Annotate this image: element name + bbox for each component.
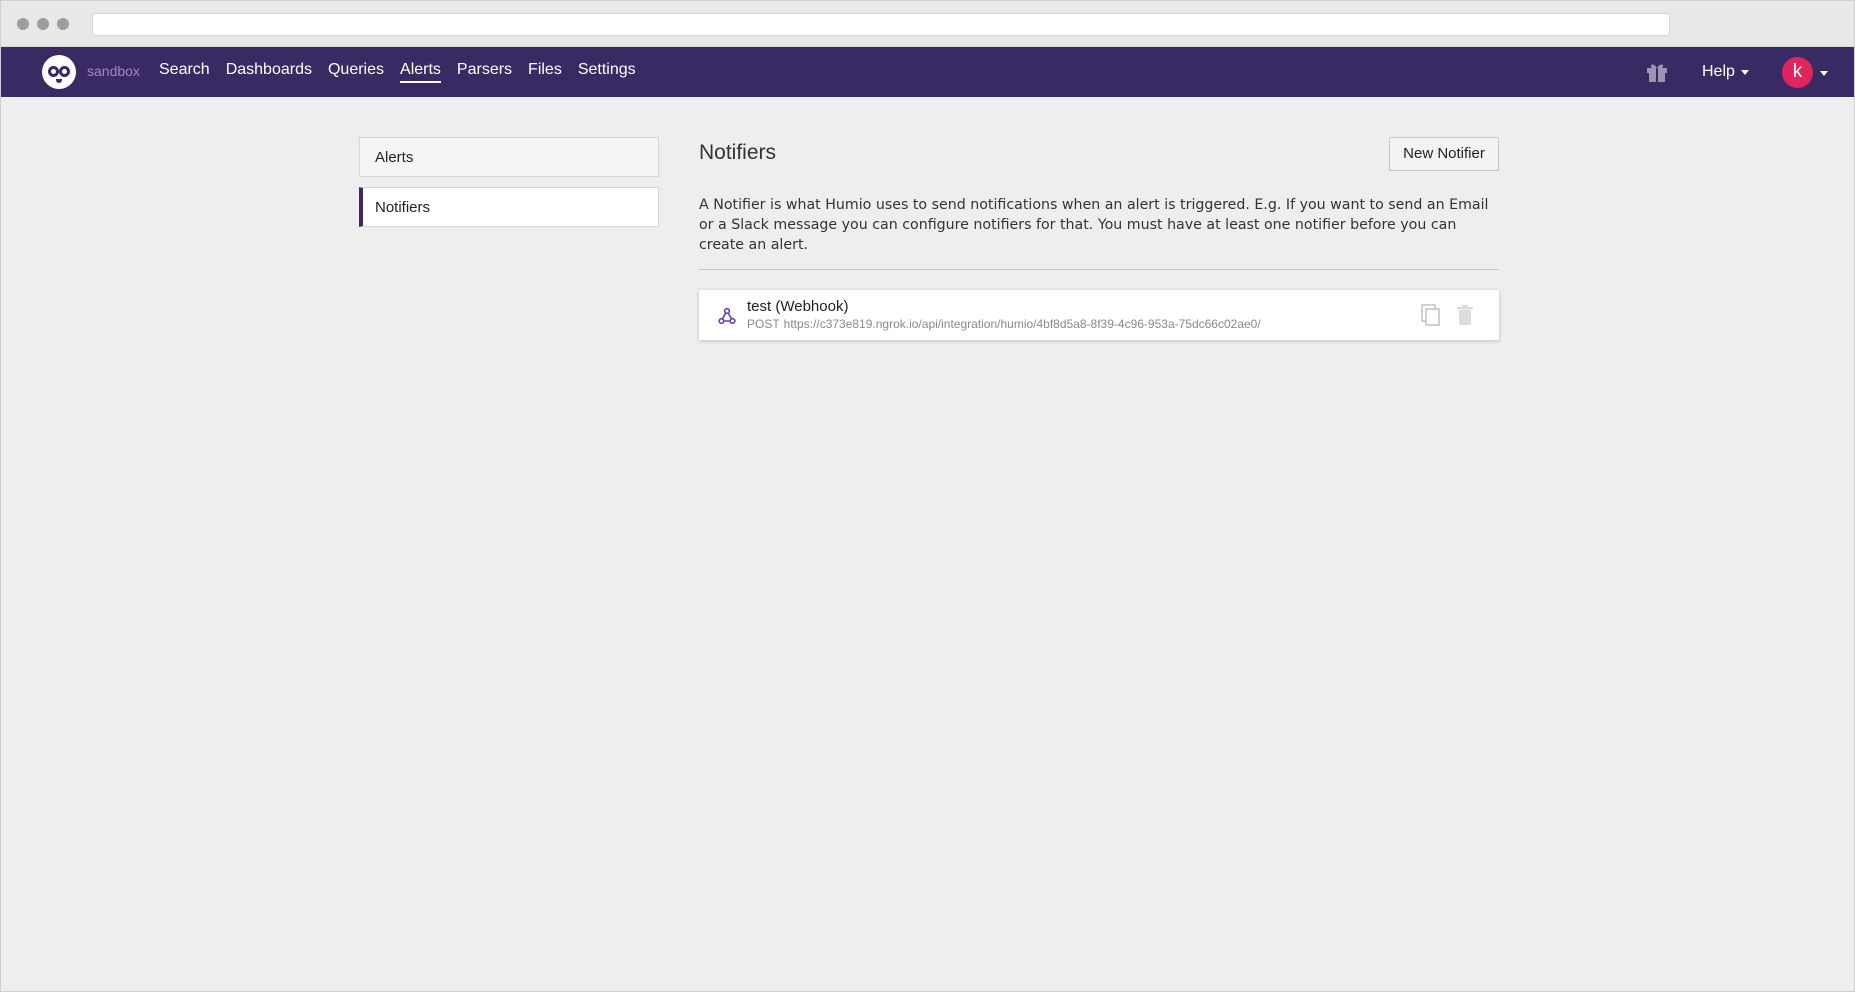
webhook-icon	[718, 307, 736, 325]
nav-dashboards[interactable]: Dashboards	[226, 61, 312, 83]
page-title: Notifiers	[699, 141, 777, 164]
nav-files[interactable]: Files	[528, 61, 562, 83]
browser-window: sandbox Search Dashboards Queries Alerts…	[0, 0, 1855, 992]
user-menu-chevron-down-icon[interactable]	[1820, 71, 1828, 76]
new-notifier-button[interactable]: New Notifier	[1389, 137, 1499, 171]
trash-icon[interactable]	[1457, 305, 1473, 325]
window-minimize-dot[interactable]	[37, 18, 49, 30]
sidebar-item-alerts[interactable]: Alerts	[359, 137, 659, 177]
user-avatar[interactable]: k	[1782, 57, 1813, 88]
nav-queries[interactable]: Queries	[328, 61, 384, 83]
divider	[699, 269, 1499, 270]
window-maximize-dot[interactable]	[57, 18, 69, 30]
notifier-card[interactable]: test (Webhook) POST https://c373e819.ngro…	[699, 290, 1499, 340]
gift-icon[interactable]	[1646, 62, 1668, 82]
nav-search[interactable]: Search	[159, 61, 210, 83]
humio-logo-icon[interactable]	[42, 55, 76, 89]
nav-settings[interactable]: Settings	[578, 61, 636, 83]
address-bar[interactable]	[92, 13, 1670, 36]
alerts-sidebar: Alerts Notifiers	[359, 137, 659, 237]
repository-name[interactable]: sandbox	[87, 63, 140, 79]
notifier-url: https://c373e819.ngrok.io/api/integratio…	[783, 317, 1261, 331]
sidebar-item-notifiers[interactable]: Notifiers	[359, 187, 659, 227]
window-close-dot[interactable]	[17, 18, 29, 30]
notifier-name: test (Webhook)	[747, 298, 849, 315]
help-label: Help	[1702, 63, 1735, 80]
main-nav: Search Dashboards Queries Alerts Parsers…	[159, 61, 652, 83]
nav-parsers[interactable]: Parsers	[457, 61, 512, 83]
help-menu[interactable]: Help	[1702, 63, 1749, 81]
browser-chrome	[1, 1, 1854, 47]
copy-icon[interactable]	[1421, 304, 1441, 326]
notifier-method: POST	[747, 317, 780, 331]
chevron-down-icon	[1740, 69, 1749, 75]
notifier-endpoint: POST https://c373e819.ngrok.io/api/integr…	[747, 317, 1261, 331]
nav-alerts[interactable]: Alerts	[400, 61, 441, 83]
top-navbar: sandbox Search Dashboards Queries Alerts…	[1, 47, 1854, 97]
notifiers-description: A Notifier is what Humio uses to send no…	[699, 197, 1489, 253]
